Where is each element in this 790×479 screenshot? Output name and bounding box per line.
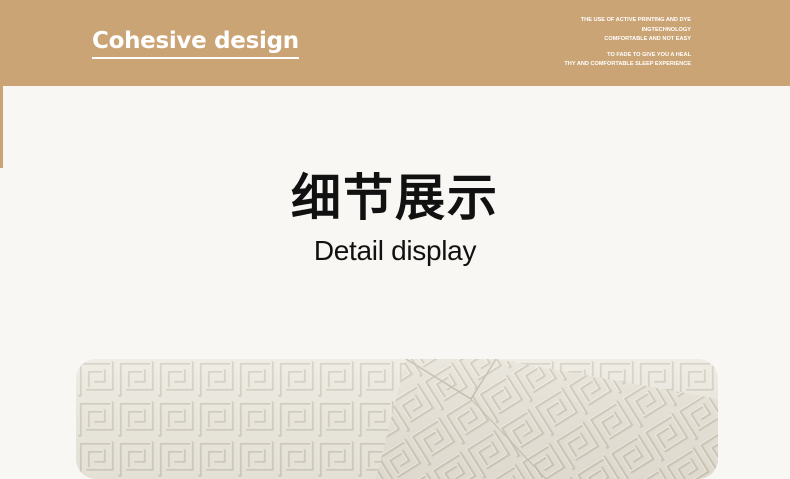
banner-description-line: COMFORTABLE AND NOT EASY xyxy=(604,36,691,42)
banner-description-paragraph: TO FADE TO GIVE YOU A HEAL THY AND COMFO… xyxy=(491,51,691,70)
banner-description-line: THY AND COMFORTABLE SLEEP EXPERIENCE xyxy=(564,61,691,67)
banner-title: Cohesive design xyxy=(92,26,299,59)
section-title-english: Detail display xyxy=(313,235,477,266)
banner-description-paragraph: THE USE OF ACTIVE PRINTING AND DYE INGTE… xyxy=(491,16,691,45)
banner-description: THE USE OF ACTIVE PRINTING AND DYE INGTE… xyxy=(491,16,691,70)
banner-side-strip xyxy=(0,86,3,168)
section-title-chinese: 细节展示 xyxy=(291,169,499,227)
fabric-detail-image xyxy=(76,359,718,479)
banner-description-line: INGTECHNOLOGY xyxy=(641,26,691,33)
banner-description-line: THE USE OF ACTIVE PRINTING AND DYE xyxy=(580,17,691,23)
quilted-fabric-illustration xyxy=(76,359,718,479)
banner-description-line: TO FADE TO GIVE YOU A HEAL xyxy=(607,51,691,58)
header-banner: Cohesive design THE USE OF ACTIVE PRINTI… xyxy=(0,0,790,86)
